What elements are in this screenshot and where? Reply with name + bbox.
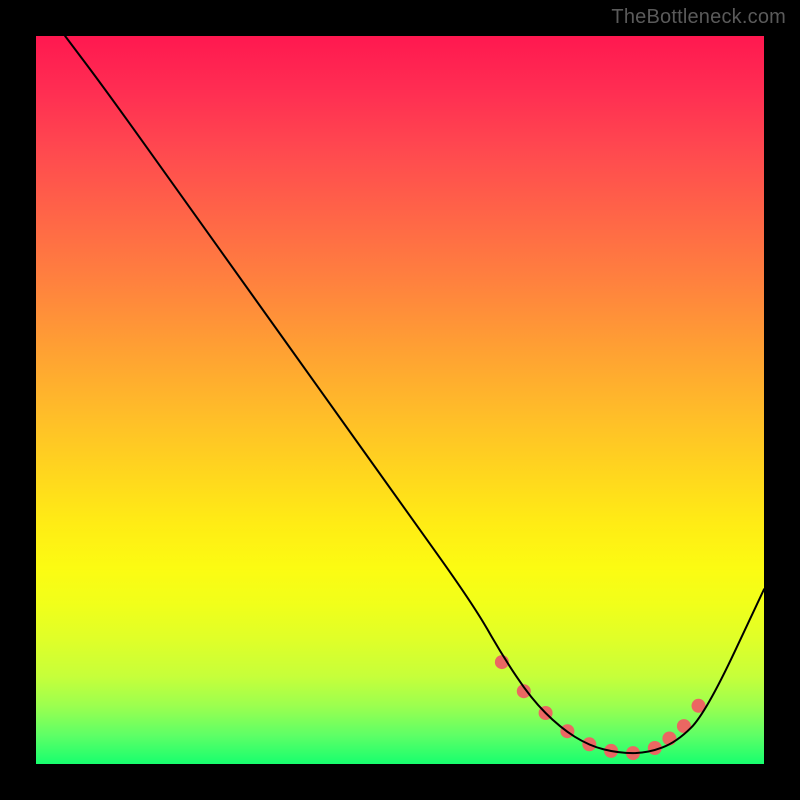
chart-gradient-background bbox=[36, 36, 764, 764]
watermark-text: TheBottleneck.com bbox=[611, 6, 786, 29]
chart-curve-line bbox=[65, 36, 764, 753]
chart-markers-group bbox=[495, 655, 706, 760]
chart-overlay-svg bbox=[36, 36, 764, 764]
